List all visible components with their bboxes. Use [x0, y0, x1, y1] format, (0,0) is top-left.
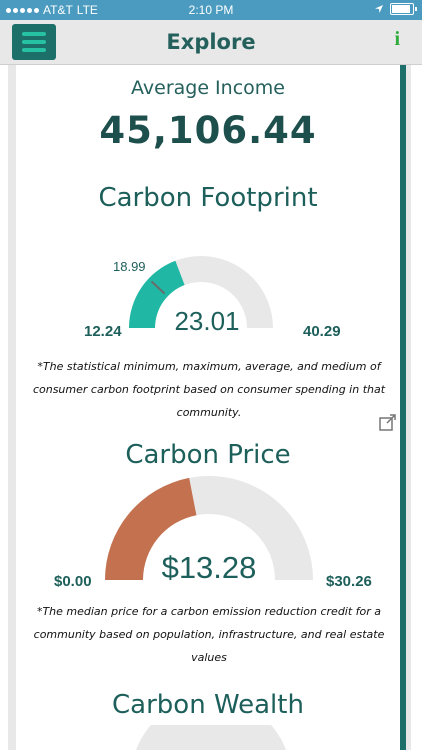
- carbon-price-title: Carbon Price: [125, 440, 291, 470]
- location-arrow-icon: [375, 5, 383, 13]
- page-title: Explore: [166, 30, 256, 54]
- status-time: 2:10 PM: [188, 3, 234, 17]
- average-income-label: Average Income: [131, 77, 285, 99]
- gauge-marker-label: 18.99: [113, 259, 146, 274]
- carbon-wealth-gauge: [136, 725, 286, 750]
- carbon-footprint-gauge: 18.99 23.01 12.24 40.29: [84, 256, 341, 340]
- nav-bar: Explore i: [0, 20, 422, 65]
- carbon-footprint-footnote: *The statistical minimum, maximum, avera…: [32, 360, 386, 419]
- gauge-min-label: $0.00: [54, 573, 92, 590]
- gauge-min-label: 12.24: [84, 323, 122, 340]
- gauge-max-label: 40.29: [303, 323, 341, 340]
- gauge-track: [136, 725, 286, 750]
- status-bar: AT&T LTE 2:10 PM: [0, 0, 422, 20]
- battery-icon: [390, 3, 417, 15]
- gauge-value-label: 23.01: [174, 306, 239, 336]
- gauge-max-label: $30.26: [326, 573, 372, 590]
- content-frame: Average Income 45,106.44 Carbon Footprin…: [8, 65, 411, 750]
- expand-icon[interactable]: [379, 413, 397, 431]
- carbon-price-footnote: *The median price for a carbon emission …: [33, 605, 385, 664]
- carbon-footprint-title: Carbon Footprint: [98, 183, 318, 213]
- carbon-price-gauge: $13.28 $0.00 $30.26: [54, 476, 372, 590]
- carbon-wealth-title: Carbon Wealth: [112, 690, 304, 720]
- explore-card[interactable]: Average Income 45,106.44 Carbon Footprin…: [16, 65, 406, 750]
- average-income-value: 45,106.44: [99, 109, 317, 152]
- status-right: [374, 3, 417, 15]
- gauge-value-label: $13.28: [162, 550, 257, 585]
- info-button[interactable]: i: [394, 28, 400, 51]
